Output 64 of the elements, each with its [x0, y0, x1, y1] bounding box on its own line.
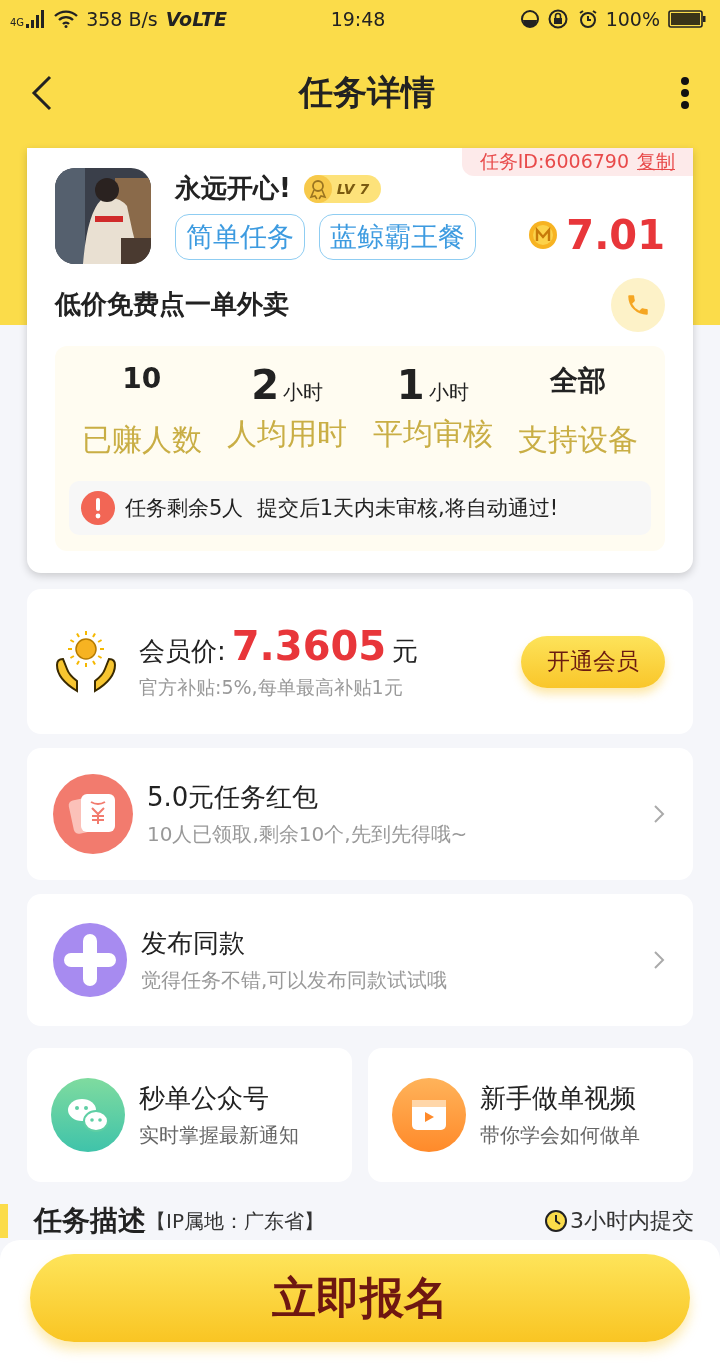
alarm-icon: [577, 8, 598, 29]
chat-bubbles-icon: [51, 1078, 125, 1152]
card-title: 秒单公众号: [139, 1082, 270, 1115]
hands-coin-icon: [53, 628, 119, 695]
task-id: 任务ID:6006790: [479, 148, 629, 174]
network-speed: 358 B/s: [86, 7, 158, 30]
chevron-right-icon: [653, 804, 665, 825]
subsidy-note: 官方补贴:5%,每单最高补贴1元: [139, 674, 404, 700]
battery-percent: 100%: [605, 7, 660, 30]
notice-text: 任务剩余5人 提交后1天内未审核,将自动通过!: [125, 494, 559, 522]
card-title: 新手做单视频: [480, 1082, 637, 1115]
row-subtitle: 觉得任务不错,可以发布同款试试哦: [141, 967, 449, 995]
task-tag: 蓝鲸霸王餐: [319, 214, 476, 261]
row-title: 发布同款: [141, 927, 246, 961]
open-membership-button[interactable]: 开通会员: [521, 635, 665, 688]
list-row[interactable]: 发布同款 觉得任务不错,可以发布同款试试哦: [27, 894, 693, 1026]
task-tag: 简单任务: [175, 214, 305, 261]
half-circle-icon: [519, 8, 540, 29]
user-name: 永远开心!: [175, 172, 291, 206]
row-subtitle: 10人已领取,剩余10个,先到先得哦~: [147, 821, 469, 849]
sign-up-button[interactable]: 立即报名: [30, 1254, 690, 1342]
shortcut-card[interactable]: 新手做单视频 带你学会如何做单: [368, 1048, 693, 1182]
stat-label: 已赚人数: [81, 420, 202, 459]
stat-value: 2: [251, 361, 280, 408]
page-title: 任务详情: [299, 70, 435, 114]
network-type: 4G: [10, 16, 25, 28]
more-options-button[interactable]: [680, 75, 690, 110]
reward-amount: 7.01: [566, 211, 665, 258]
section-marker: [0, 1204, 8, 1238]
stat-value: 1: [396, 361, 425, 408]
chevron-right-icon: [653, 950, 665, 971]
card-subtitle: 实时掌握最新通知: [139, 1122, 300, 1149]
back-button[interactable]: [30, 73, 54, 112]
coin-icon: [528, 219, 559, 250]
stat-value: 全部: [550, 362, 607, 399]
envelope-icon: [53, 774, 133, 855]
price-unit: 元: [392, 634, 419, 668]
list-row[interactable]: 5.0元任务红包 10人已领取,剩余10个,先到先得哦~: [27, 748, 693, 881]
warning-icon: [81, 490, 115, 525]
stat-label: 平均审核: [372, 414, 493, 453]
rotation-lock-icon: [547, 8, 570, 29]
deadline-text: 3小时内提交: [570, 1207, 694, 1235]
signal-icon: [26, 9, 47, 28]
battery-icon: [668, 9, 706, 28]
shortcut-card[interactable]: 秒单公众号 实时掌握最新通知: [27, 1048, 352, 1182]
level-badge: LV 7: [304, 174, 382, 203]
stat-label: 支持设备: [518, 420, 639, 459]
video-icon: [392, 1078, 466, 1152]
wifi-icon: [54, 9, 79, 28]
plus-icon: [53, 923, 127, 998]
stat-label: 人均用时: [227, 414, 348, 453]
card-subtitle: 带你学会如何做单: [480, 1122, 641, 1149]
member-price-label: 会员价:: [139, 634, 226, 668]
task-title: 低价免费点一单外卖: [55, 288, 289, 322]
section-title: 任务描述: [34, 1203, 146, 1239]
clock-icon: [544, 1209, 568, 1233]
clock-time: 19:48: [330, 7, 386, 30]
stat-unit: 小时: [428, 378, 469, 406]
member-price: 7.3605: [231, 622, 387, 669]
row-title: 5.0元任务红包: [147, 781, 320, 815]
stat-unit: 小时: [283, 378, 324, 406]
stat-value: 10: [122, 361, 162, 395]
ip-location: 【IP属地：广东省】: [146, 1207, 325, 1235]
volte-label: VoLTE: [165, 7, 228, 30]
